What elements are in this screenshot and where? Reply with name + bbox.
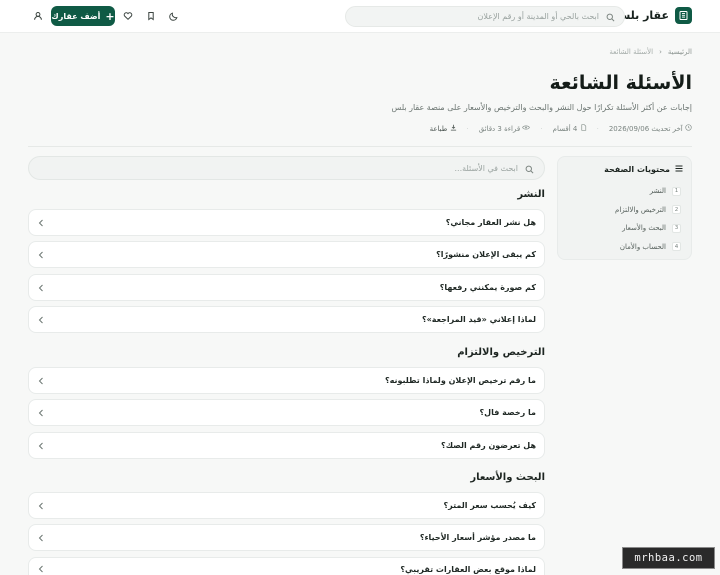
header-search-input[interactable]: ابحث بالحي أو المدينة أو رقم الإعلان — [345, 6, 625, 27]
faq-search-input[interactable]: ابحث في الأسئلة... — [28, 156, 545, 180]
faq-question[interactable]: ما مصدر مؤشر أسعار الأحياء؟ — [28, 524, 545, 551]
faq-question-text: لماذا موقع بعض العقارات تقريبي؟ — [400, 565, 536, 574]
faq-question[interactable]: كم صورة يمكنني رفعها؟ — [28, 274, 545, 301]
faq-search-placeholder: ابحث في الأسئلة... — [454, 163, 518, 173]
faq-question-text: ما رخصة فال؟ — [479, 408, 536, 417]
add-property-button[interactable]: + أضف عقارك — [51, 6, 115, 26]
page-meta: آخر تحديث 2026/09/06 · 4 أقسام · قراءة 3… — [430, 124, 692, 133]
faq-question[interactable]: هل نشر العقار مجاني؟ — [28, 209, 545, 236]
sections-count: 4 أقسام — [553, 124, 587, 133]
faq-question-text: هل نشر العقار مجاني؟ — [445, 218, 536, 227]
bookmark-icon[interactable] — [145, 10, 157, 22]
reading-time: قراءة 3 دقائق — [479, 124, 531, 133]
faq-section-title: البحث والأسعار — [470, 472, 545, 483]
sections-count-text: 4 أقسام — [552, 125, 578, 133]
toc-item-label: الترخيص والالتزام — [615, 205, 666, 214]
faq-question-text: كم صورة يمكنني رفعها؟ — [439, 283, 536, 292]
faq-question[interactable]: كم يبقى الإعلان منشورًا؟ — [28, 241, 545, 268]
toc-item-account-security[interactable]: 4 الحساب والأمان — [566, 238, 683, 257]
header-divider — [28, 146, 692, 147]
brand[interactable]: عقار بلس — [615, 7, 692, 24]
print-button[interactable]: طباعة — [430, 124, 457, 133]
toc-item-number: 4 — [672, 242, 681, 252]
chevron-left-icon — [37, 219, 45, 227]
faq-section-title: النشر — [517, 189, 545, 200]
reading-time-text: قراءة 3 دقائق — [478, 125, 521, 133]
add-property-label: أضف عقارك — [51, 11, 101, 21]
faq-question[interactable]: كيف يُحسب سعر المتر؟ — [28, 492, 545, 519]
chevron-left-icon — [37, 284, 45, 292]
toc-item-number: 1 — [672, 186, 681, 196]
breadcrumb-home[interactable]: الرئيسية — [668, 48, 692, 56]
page-description: إجابات عن أكثر الأسئلة تكرارًا حول النشر… — [391, 103, 693, 112]
faq-question[interactable]: ما رقم ترخيص الإعلان ولماذا تطلبونه؟ — [28, 367, 545, 394]
faq-question[interactable]: ما رخصة فال؟ — [28, 399, 545, 426]
meta-separator: · — [466, 124, 469, 133]
toc-title: محتويات الصفحة — [566, 165, 683, 174]
faq-question-text: كيف يُحسب سعر المتر؟ — [443, 501, 536, 510]
meta-separator: · — [596, 124, 599, 133]
watermark-badge: mrhbaa.com — [622, 547, 715, 569]
toc-item-publishing[interactable]: 1 النشر — [566, 182, 683, 201]
chevron-left-icon — [37, 565, 45, 573]
toc-item-number: 2 — [672, 205, 681, 215]
user-icon[interactable] — [32, 10, 44, 22]
print-label: طباعة — [429, 125, 448, 133]
dark-mode-moon-icon[interactable] — [168, 10, 180, 22]
eye-icon — [520, 125, 531, 133]
search-icon — [606, 7, 615, 26]
chevron-left-icon — [37, 442, 45, 450]
chevron-left-icon — [37, 502, 45, 510]
faq-question-text: هل تعرضون رقم الصك؟ — [441, 441, 536, 450]
header-search-placeholder: ابحث بالحي أو المدينة أو رقم الإعلان — [477, 12, 599, 21]
page-title: الأسئلة الشائعة — [549, 72, 693, 94]
toc-item-label: الحساب والأمان — [619, 242, 666, 251]
faq-question[interactable]: هل تعرضون رقم الصك؟ — [28, 432, 545, 459]
chevron-left-icon — [37, 316, 45, 324]
list-icon — [675, 165, 683, 174]
plus-icon: + — [105, 9, 115, 23]
toc-item-number: 3 — [672, 223, 681, 233]
updated-date: آخر تحديث 2026/09/06 — [609, 124, 692, 133]
toc-item-label: النشر — [649, 187, 666, 196]
heart-icon[interactable] — [122, 10, 134, 22]
table-of-contents: محتويات الصفحة 1 النشر 2 الترخيص والالتز… — [557, 156, 692, 260]
meta-separator: · — [540, 124, 543, 133]
toc-title-text: محتويات الصفحة — [604, 165, 670, 174]
faq-section-title: الترخيص والالتزام — [457, 347, 545, 358]
faq-question-text: كم يبقى الإعلان منشورًا؟ — [436, 250, 536, 259]
top-header: عقار بلس ابحث بالحي أو المدينة أو رقم ال… — [0, 0, 720, 33]
faq-question[interactable]: لماذا إعلاني «قيد المراجعة»؟ — [28, 306, 545, 333]
breadcrumb-current: الأسئلة الشائعة — [609, 48, 654, 56]
toc-item-search-prices[interactable]: 3 البحث والأسعار — [566, 219, 683, 238]
chevron-left-icon — [37, 534, 45, 542]
faq-question[interactable]: لماذا موقع بعض العقارات تقريبي؟ — [28, 557, 545, 575]
toc-item-licensing[interactable]: 2 الترخيص والالتزام — [566, 201, 683, 220]
chevron-left-icon — [37, 409, 45, 417]
faq-question-text: ما مصدر مؤشر أسعار الأحياء؟ — [419, 533, 536, 542]
breadcrumb-separator: ‹ — [659, 48, 662, 56]
chevron-left-icon — [37, 251, 45, 259]
faq-question-text: ما رقم ترخيص الإعلان ولماذا تطلبونه؟ — [384, 376, 536, 385]
search-icon — [525, 159, 534, 178]
chevron-left-icon — [37, 377, 45, 385]
building-logo-icon — [675, 7, 692, 24]
toc-item-label: البحث والأسعار — [622, 224, 666, 233]
download-icon — [447, 124, 456, 133]
breadcrumb: الرئيسية ‹ الأسئلة الشائعة — [609, 48, 692, 56]
faq-question-text: لماذا إعلاني «قيد المراجعة»؟ — [421, 315, 536, 324]
updated-text: آخر تحديث 2026/09/06 — [608, 125, 683, 133]
clock-icon — [683, 124, 692, 133]
document-icon — [577, 124, 586, 133]
